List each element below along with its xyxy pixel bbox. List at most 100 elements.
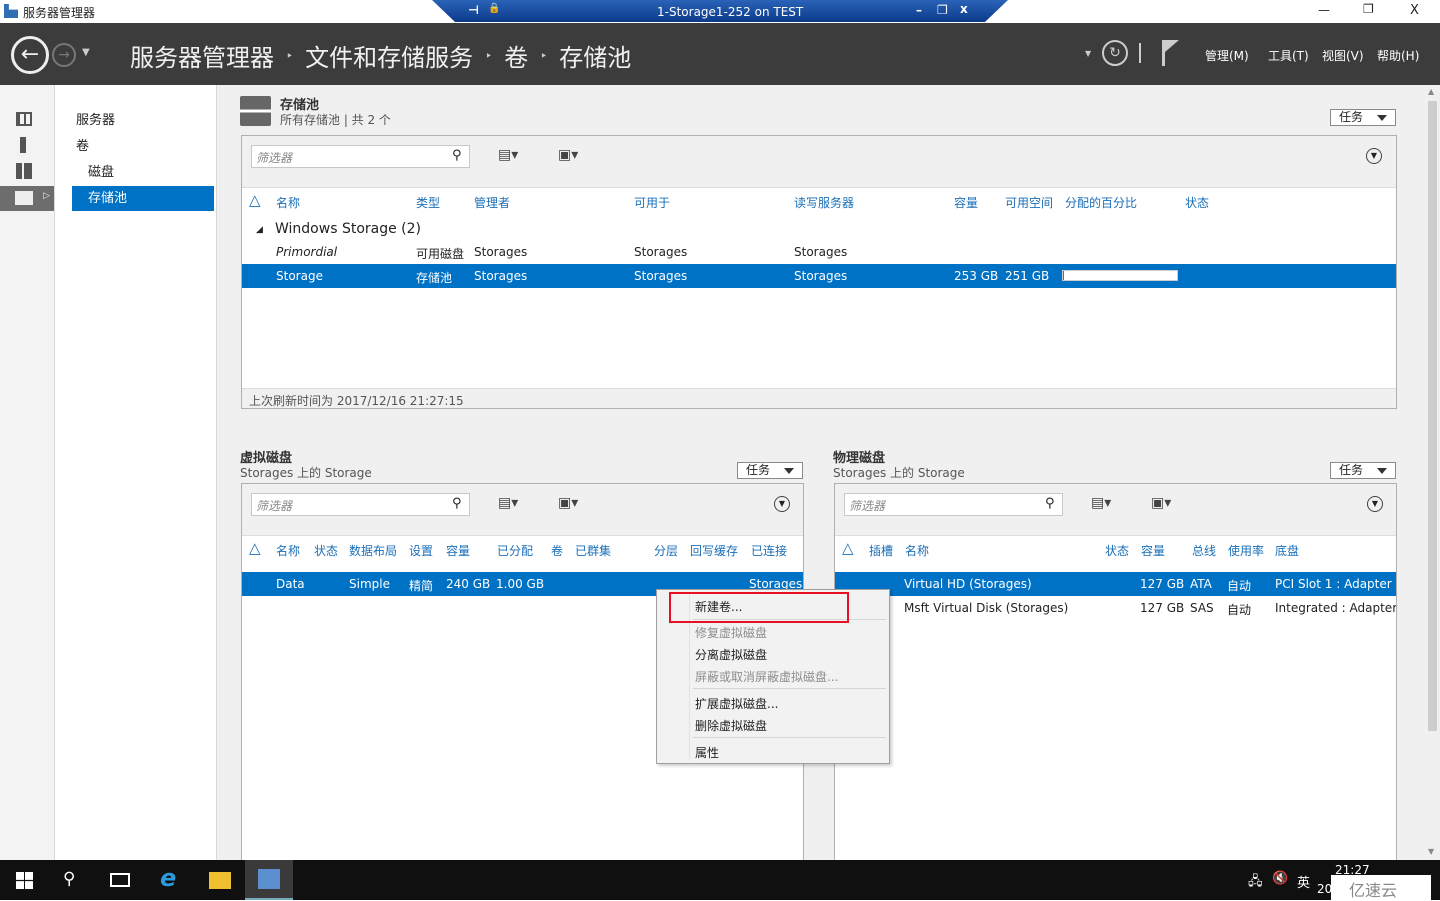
column-header[interactable]: 状态	[314, 542, 338, 559]
scrollbar-thumb[interactable]	[1428, 101, 1437, 731]
save-query-icon[interactable]: ▣▾	[1151, 495, 1171, 511]
server-manager-taskbar-button[interactable]	[245, 860, 293, 900]
search-icon[interactable]: ⚲	[452, 148, 462, 163]
table-row[interactable]: Msft Virtual Disk (Storages) 127 GB SAS …	[835, 596, 1396, 620]
nav-item-disks[interactable]: 磁盘	[72, 160, 214, 185]
pdisks-filter-input[interactable]: 筛选器	[844, 493, 1063, 516]
dashboard-icon[interactable]	[16, 112, 32, 126]
column-header[interactable]: 名称	[905, 542, 929, 559]
list-options-icon[interactable]: ▤▾	[498, 495, 518, 511]
vertical-scrollbar[interactable]: ▲ ▼	[1425, 85, 1440, 860]
all-servers-icon[interactable]	[16, 163, 32, 179]
vdisks-filter-input[interactable]: 筛选器	[251, 493, 470, 516]
menu-item-detach-vdisk[interactable]: 分离虚拟磁盘	[695, 646, 767, 663]
start-button[interactable]	[16, 872, 33, 889]
menu-tools[interactable]: 工具(T)	[1268, 47, 1309, 64]
restore-button[interactable]: ❐	[1363, 2, 1374, 16]
pdisks-tasks-button[interactable]: 任务	[1330, 462, 1396, 479]
nav-item-servers[interactable]: 服务器	[72, 108, 214, 133]
task-view-icon[interactable]	[110, 873, 130, 887]
column-header[interactable]: 名称	[276, 542, 300, 559]
column-header[interactable]: 读写服务器	[794, 194, 854, 211]
column-header[interactable]: 使用率	[1228, 542, 1264, 559]
column-header[interactable]: 名称	[276, 194, 300, 211]
column-header[interactable]: 数据布局	[349, 542, 397, 559]
rdp-restore-button[interactable]: ❐	[937, 3, 948, 17]
table-row[interactable]: Primordial 可用磁盘 Storages Storages Storag…	[242, 240, 1396, 264]
table-row-selected[interactable]: Storage 存储池 Storages Storages Storages 2…	[242, 264, 1396, 288]
scroll-down-icon[interactable]: ▼	[1428, 847, 1434, 856]
search-icon[interactable]: ⚲	[63, 869, 75, 889]
menu-item-extend-vdisk[interactable]: 扩展虚拟磁盘...	[695, 695, 778, 712]
rdp-minimize-button[interactable]: –	[916, 3, 922, 17]
breadcrumb-item[interactable]: 服务器管理器	[130, 38, 274, 73]
vdisks-tasks-button[interactable]: 任务	[737, 462, 803, 479]
back-button[interactable]: ←	[11, 36, 49, 74]
refresh-button[interactable]: ↻	[1102, 40, 1128, 66]
table-row-selected[interactable]: Virtual HD (Storages) 127 GB ATA 自动 PCI …	[835, 572, 1396, 596]
column-header[interactable]: 分层	[654, 542, 678, 559]
warning-column-icon[interactable]: △	[842, 539, 854, 557]
column-header[interactable]: 回写缓存	[690, 542, 738, 559]
warning-column-icon[interactable]: △	[249, 539, 261, 557]
column-header[interactable]: 卷	[551, 542, 563, 559]
menu-item-delete-vdisk[interactable]: 删除虚拟磁盘	[695, 717, 767, 734]
breadcrumb-item[interactable]: 卷	[504, 38, 528, 73]
column-header[interactable]: 管理者	[474, 194, 510, 211]
column-header[interactable]: 已分配	[497, 542, 533, 559]
expand-collapse-icon[interactable]: ▼	[774, 496, 790, 512]
forward-button[interactable]: →	[52, 43, 76, 67]
pin-icon[interactable]: ⊣	[468, 3, 479, 17]
column-header[interactable]: 插槽	[869, 542, 893, 559]
volume-muted-icon[interactable]: 🔇	[1272, 871, 1288, 886]
scroll-up-icon[interactable]: ▲	[1428, 87, 1434, 96]
group-header[interactable]: ◢ Windows Storage (2)	[242, 218, 1396, 242]
internet-explorer-icon[interactable]: e	[160, 864, 176, 892]
column-header[interactable]: 分配的百分比	[1065, 194, 1137, 211]
column-header[interactable]: 设置	[409, 542, 433, 559]
column-header[interactable]: 可用于	[634, 194, 670, 211]
column-header[interactable]: 状态	[1105, 542, 1129, 559]
column-header[interactable]: 底盘	[1275, 542, 1299, 559]
save-query-icon[interactable]: ▣▾	[558, 147, 578, 163]
pools-tasks-button[interactable]: 任务	[1330, 109, 1396, 126]
menu-view[interactable]: 视图(V)	[1322, 47, 1364, 64]
search-icon[interactable]: ⚲	[452, 496, 462, 511]
notifications-flag-icon[interactable]	[1162, 40, 1165, 66]
list-options-icon[interactable]: ▤▾	[1091, 495, 1111, 511]
ime-indicator[interactable]: 英	[1297, 872, 1310, 891]
column-header[interactable]: 状态	[1185, 194, 1209, 211]
rdp-close-button[interactable]: x	[960, 2, 968, 16]
pools-filter-input[interactable]: 筛选器	[251, 145, 470, 168]
column-header[interactable]: 已连接	[751, 542, 787, 559]
column-header[interactable]: 已群集	[575, 542, 611, 559]
nav-item-storage-pools[interactable]: 存储池	[72, 186, 214, 211]
menu-manage[interactable]: 管理(M)	[1205, 47, 1249, 64]
warning-column-icon[interactable]: △	[249, 191, 261, 209]
file-storage-services-item[interactable]: ▷	[0, 186, 54, 211]
file-explorer-icon[interactable]	[209, 872, 231, 889]
clock-date[interactable]: 20	[1317, 882, 1332, 896]
search-icon[interactable]: ⚲	[1045, 496, 1055, 511]
nav-item-volumes[interactable]: 卷	[72, 134, 214, 159]
menu-item-properties[interactable]: 属性	[695, 744, 719, 761]
minimize-button[interactable]: —	[1318, 3, 1330, 17]
dropdown-icon[interactable]: ▼	[1085, 49, 1091, 58]
expand-collapse-icon[interactable]: ▼	[1366, 148, 1382, 164]
list-options-icon[interactable]: ▤▾	[498, 147, 518, 163]
history-dropdown-icon[interactable]: ▼	[82, 47, 90, 58]
column-header[interactable]: 容量	[954, 194, 978, 211]
menu-help[interactable]: 帮助(H)	[1377, 47, 1419, 64]
column-header[interactable]: 类型	[416, 194, 440, 211]
column-header[interactable]: 容量	[446, 542, 470, 559]
save-query-icon[interactable]: ▣▾	[558, 495, 578, 511]
breadcrumb-item[interactable]: 文件和存储服务	[305, 38, 473, 73]
column-header[interactable]: 可用空间	[1005, 194, 1053, 211]
local-server-icon[interactable]	[20, 137, 26, 153]
close-button[interactable]: X	[1410, 3, 1419, 18]
network-icon[interactable]: 🖧	[1248, 872, 1263, 894]
column-header[interactable]: 容量	[1141, 542, 1165, 559]
expand-collapse-icon[interactable]: ▼	[1367, 496, 1383, 512]
column-header[interactable]: 总线	[1192, 542, 1216, 559]
collapse-icon[interactable]: ◢	[256, 225, 263, 235]
